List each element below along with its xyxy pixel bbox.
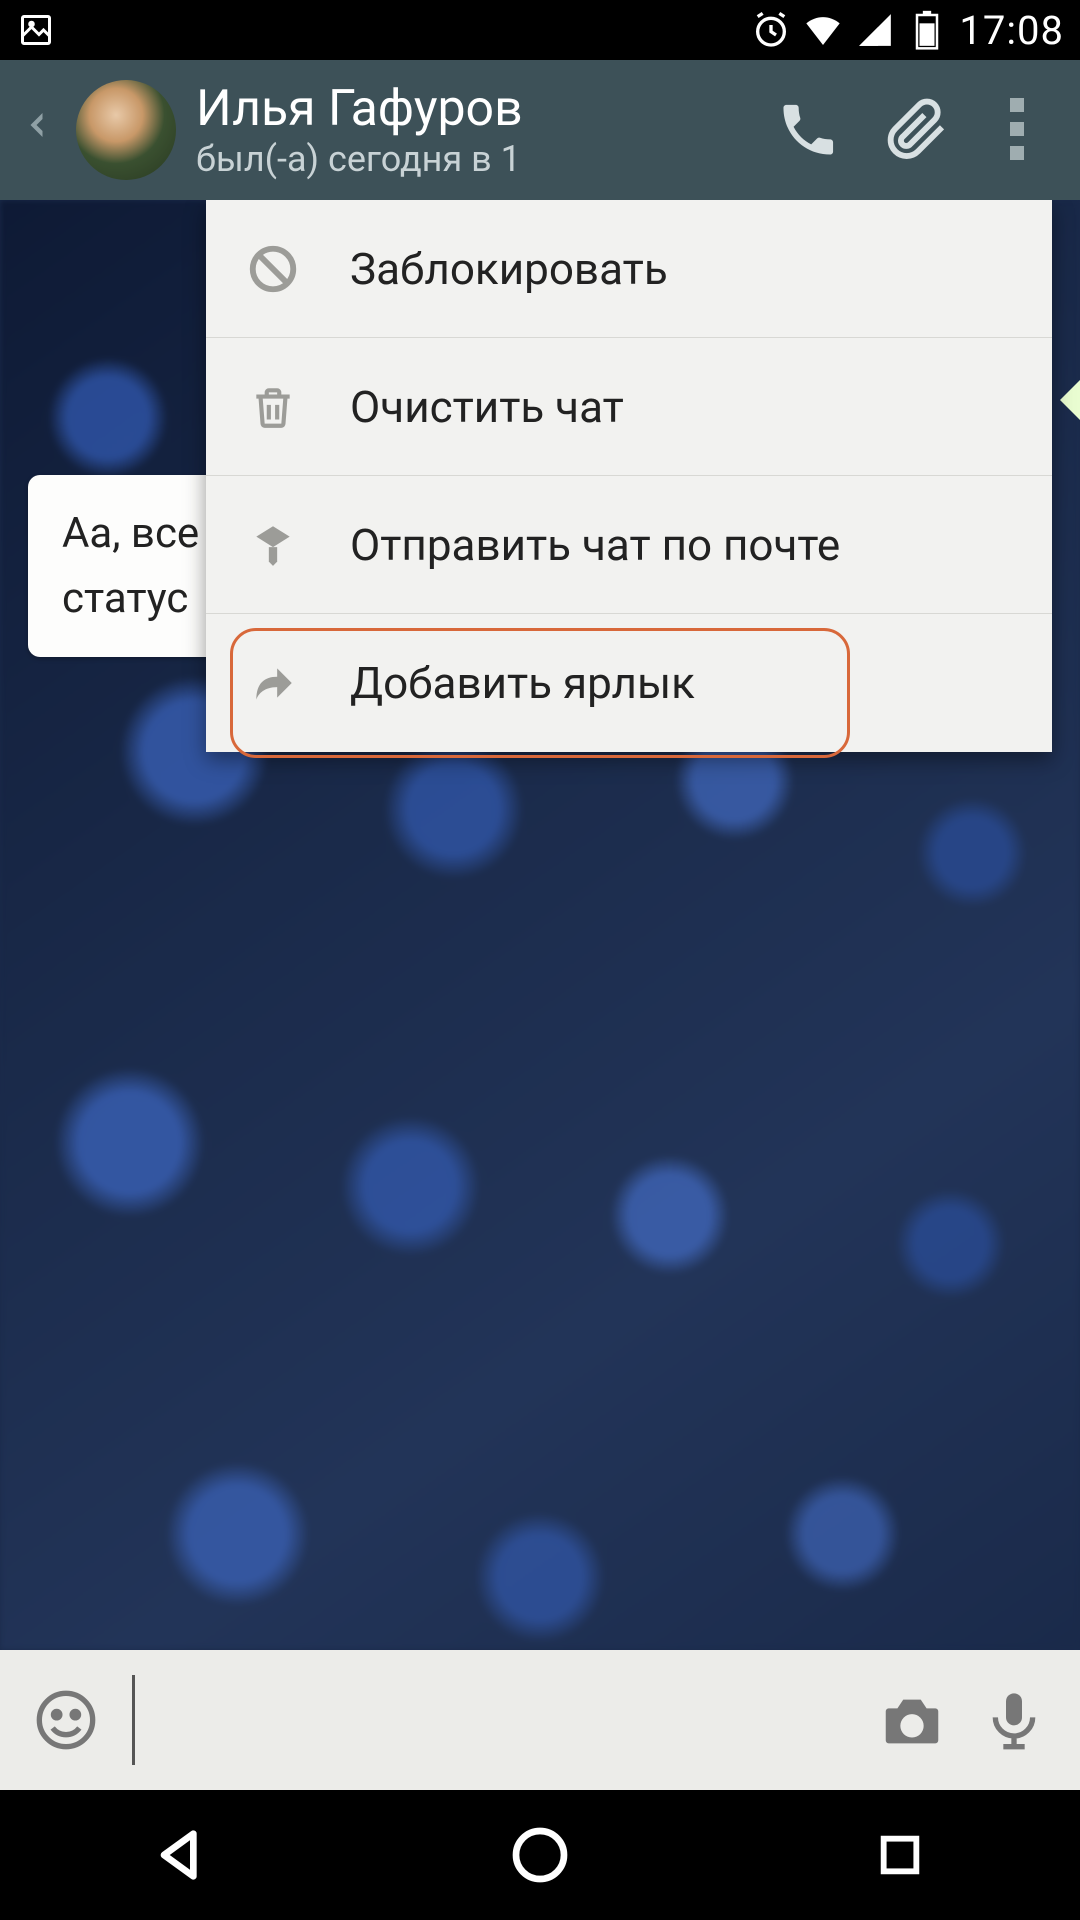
wifi-icon [803,10,843,50]
status-time: 17:08 [959,7,1064,54]
chat-header: Илья Гафуров был(-а) сегодня в 1 [0,60,1080,200]
contact-avatar[interactable] [76,80,176,180]
block-icon [246,242,300,296]
call-button[interactable] [776,98,840,162]
menu-item-label: Отправить чат по почте [350,519,840,571]
menu-item-label: Добавить ярлык [350,657,695,709]
picture-notification-icon [16,10,56,50]
nav-back-button[interactable] [140,1815,220,1895]
mail-icon [246,518,300,572]
overflow-dropdown-menu: Заблокировать Очистить чат Отправить чат… [206,200,1052,752]
menu-item-add-shortcut[interactable]: Добавить ярлык [206,614,1052,752]
contact-name: Илья Гафуров [196,80,756,138]
alarm-icon [751,10,791,50]
incoming-message-bubble[interactable]: Аа, все статус [28,475,233,657]
system-nav-bar [0,1790,1080,1920]
outgoing-bubble-edge [1050,380,1080,430]
attach-button[interactable] [886,98,950,162]
menu-item-label: Очистить чат [350,381,624,433]
cell-signal-icon [855,10,895,50]
shortcut-icon [246,656,300,710]
menu-item-clear-chat[interactable]: Очистить чат [206,338,1052,476]
camera-button[interactable] [876,1684,948,1756]
nav-recents-button[interactable] [860,1815,940,1895]
overflow-menu-button[interactable] [996,98,1060,162]
trash-icon [246,380,300,434]
chat-area[interactable]: Аа, все статус Заблокировать Очистить ча… [0,200,1080,1650]
nav-home-button[interactable] [500,1815,580,1895]
status-bar: 17:08 [0,0,1080,60]
message-input-bar [0,1650,1080,1790]
battery-icon [907,10,947,50]
contact-info[interactable]: Илья Гафуров был(-а) сегодня в 1 [196,80,756,180]
contact-status: был(-а) сегодня в 1 [196,138,756,180]
message-line: статус [62,566,199,631]
menu-item-block[interactable]: Заблокировать [206,200,1052,338]
message-line: Аа, все [62,501,199,566]
message-text-input[interactable] [132,1675,846,1765]
emoji-button[interactable] [30,1684,102,1756]
menu-item-email-chat[interactable]: Отправить чат по почте [206,476,1052,614]
phone-screen: 17:08 Илья Гафуров был(-а) сегодня в 1 [0,0,1080,1920]
menu-item-label: Заблокировать [350,243,668,295]
mic-button[interactable] [978,1684,1050,1756]
back-button[interactable] [20,95,56,166]
